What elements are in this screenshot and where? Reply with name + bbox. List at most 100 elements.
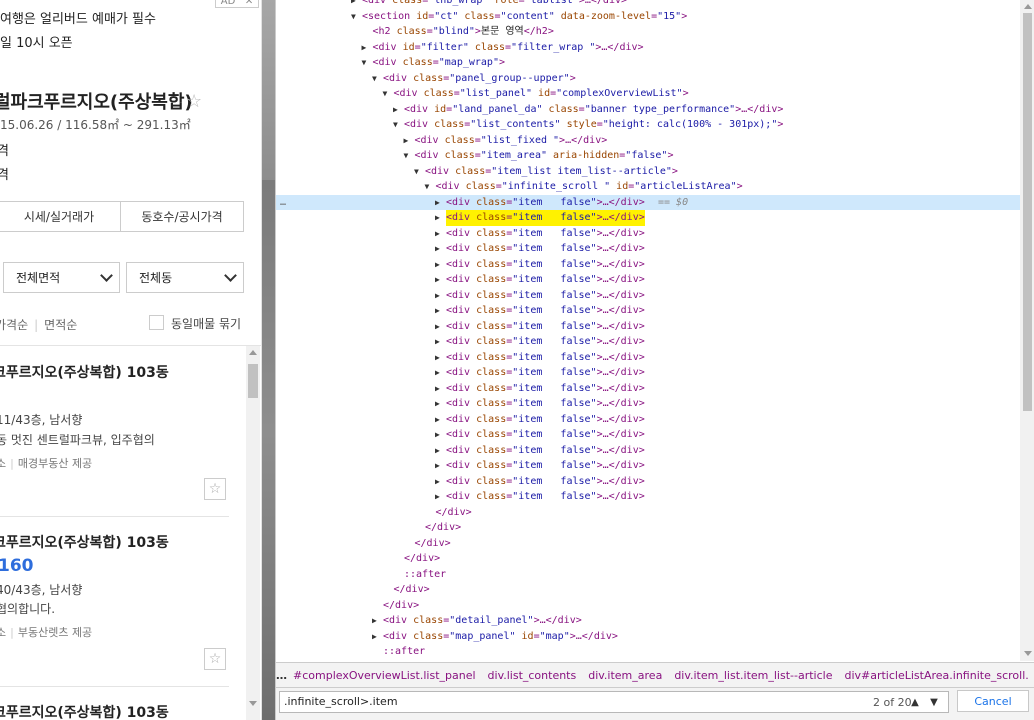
dom-node-row[interactable]: ▶ <div class="item false">…</div> (276, 489, 1020, 505)
article-favorite-star-icon[interactable]: ☆ (204, 648, 226, 670)
dom-node-row[interactable]: ▶ <div class="item false">…</div> (276, 334, 1020, 350)
dom-node-markup[interactable]: <div class="item false">…</div> (446, 458, 645, 474)
expand-triangle-icon[interactable]: ▼ (425, 179, 430, 195)
scroll-thumb[interactable] (248, 364, 258, 398)
dom-node-row[interactable]: </div> (276, 536, 1020, 552)
breadcrumb-item[interactable]: div#articleListArea.infinite_scroll. (838, 669, 1034, 682)
dom-tree-scrollbar[interactable] (1020, 0, 1034, 661)
dom-node-markup[interactable]: <div class="panel_group--upper"> (383, 71, 576, 87)
breadcrumb-more[interactable]: … (276, 669, 287, 682)
article-title[interactable]: 크푸르지오(주상복합) 103동 (0, 532, 169, 552)
dom-node-row[interactable]: ▼ <div class="list_contents" style="heigh… (276, 117, 1020, 133)
dom-node-markup[interactable]: ::after (404, 567, 446, 583)
dom-node-row[interactable]: ▼ <section id="ct" class="content" data-z… (276, 9, 1020, 25)
favorite-star-icon[interactable]: ☆ (186, 91, 202, 112)
dom-node-row[interactable]: ▶ <div id="land_panel_da" class="banner t… (276, 102, 1020, 118)
dom-node-row[interactable]: ▶ <div class="item false">…</div> (276, 272, 1020, 288)
dom-node-markup[interactable]: <div id="filter" class="filter_wrap ">…<… (373, 40, 644, 56)
article-title[interactable]: 크푸르지오(주상복합) 103동 (0, 362, 169, 382)
dom-node-row[interactable]: ▶ <div class="map_panel" id="map">…</div> (276, 629, 1020, 645)
dom-node-markup[interactable]: <div class="list_contents" style="height… (404, 117, 783, 133)
dom-node-markup[interactable]: <div class="item false">…</div> (446, 257, 645, 273)
dom-node-row[interactable]: ▶ <div class="item false">…</div> (276, 381, 1020, 397)
dom-node-row[interactable]: ▶ <div class="item false">…</div> (276, 210, 1020, 226)
sort-area[interactable]: 면적순 (44, 318, 77, 332)
scroll-down-arrow-icon[interactable] (249, 701, 257, 706)
dom-node-markup[interactable]: ::after (383, 644, 425, 660)
breadcrumb-item[interactable]: div.item_area (582, 669, 668, 682)
collapse-triangle-icon[interactable]: ▶ (435, 381, 440, 397)
dom-node-markup[interactable]: </div> (436, 505, 472, 521)
collapse-triangle-icon[interactable]: ▶ (362, 40, 367, 56)
dom-node-markup[interactable]: <div class="item false">…</div> (446, 288, 645, 304)
ad-banner-line1[interactable]: 여행은 얼리버드 예매가 필수 (0, 8, 156, 27)
dom-node-markup[interactable]: <div class="item false">…</div> (446, 365, 645, 381)
dom-node-row[interactable]: </div> (276, 551, 1020, 567)
breadcrumb-item[interactable]: div.list_contents (482, 669, 583, 682)
collapse-triangle-icon[interactable]: ▶ (435, 489, 440, 505)
dom-node-markup[interactable]: <h2 class="blind">본문 영역</h2> (373, 24, 554, 40)
dom-tree[interactable]: ▶ <div class="lnb_wrap" role="tablist">…<… (276, 0, 1020, 662)
cancel-button[interactable]: Cancel (957, 690, 1029, 712)
dom-node-row[interactable]: ▶ <div id="filter" class="filter_wrap ">…… (276, 40, 1020, 56)
dong-filter-select[interactable]: 전체동 (126, 262, 244, 293)
dom-node-row[interactable]: ▶ <div class="item false">…</div> (276, 303, 1020, 319)
dom-node-markup[interactable]: </div> (383, 598, 419, 614)
dom-node-row[interactable]: ▶ <div class="item false">…</div> (276, 350, 1020, 366)
dom-node-markup[interactable]: <div class="item_list item_list--article… (425, 164, 678, 180)
unit-price-button[interactable]: 동호수/공시가격 (120, 202, 243, 231)
expand-triangle-icon[interactable]: ▼ (372, 71, 377, 87)
find-prev-icon[interactable]: ▲ (906, 693, 924, 711)
collapse-triangle-icon[interactable]: ▶ (435, 226, 440, 242)
dom-node-markup[interactable]: <div class="item false">…</div> (446, 396, 645, 412)
ad-banner-line2[interactable]: 일 10시 오픈 (0, 32, 73, 51)
dom-node-row[interactable]: ▼ <div class="item_list item_list--articl… (276, 164, 1020, 180)
dom-node-row[interactable]: ▼ <div class="panel_group--upper"> (276, 71, 1020, 87)
expand-triangle-icon[interactable]: ▼ (362, 55, 367, 71)
dom-node-row[interactable]: </div> (276, 598, 1020, 614)
collapse-triangle-icon[interactable]: ▶ (435, 412, 440, 428)
dom-node-markup[interactable]: <div class="item false">…</div> (446, 210, 645, 226)
dom-node-markup[interactable]: <div class="item false">…</div> (446, 427, 645, 443)
dom-node-row[interactable]: ▶ <div class="item false">…</div> (276, 443, 1020, 459)
collapse-triangle-icon[interactable]: ▶ (372, 613, 377, 629)
list-scrollbar[interactable] (246, 346, 260, 720)
expand-triangle-icon[interactable]: ▼ (393, 117, 398, 133)
dom-node-row[interactable]: ▶ <div class="detail_panel">…</div> (276, 613, 1020, 629)
collapse-triangle-icon[interactable]: ▶ (435, 319, 440, 335)
collapse-triangle-icon[interactable]: ▶ (435, 210, 440, 226)
dom-node-markup[interactable]: <section id="ct" class="content" data-zo… (362, 9, 687, 25)
dom-node-row[interactable]: ▶ <div class="list_fixed ">…</div> (276, 133, 1020, 149)
collapse-triangle-icon[interactable]: ▶ (435, 257, 440, 273)
collapse-triangle-icon[interactable]: ▶ (435, 241, 440, 257)
dom-node-row[interactable]: ▶ <div class="item false">…</div> (276, 427, 1020, 443)
dom-node-row[interactable]: ▶ <div class="item false">…</div> (276, 241, 1020, 257)
scroll-thumb[interactable] (1023, 13, 1032, 411)
collapse-triangle-icon[interactable]: ▶ (435, 350, 440, 366)
find-input[interactable] (284, 695, 844, 708)
find-next-icon[interactable]: ▼ (925, 693, 943, 711)
dom-node-markup[interactable]: </div> (415, 536, 451, 552)
dom-node-markup[interactable]: </div> (425, 520, 461, 536)
dom-node-markup[interactable]: <div class="item false">…</div> (446, 241, 645, 257)
breadcrumb-item[interactable]: #complexOverviewList.list_panel (287, 669, 482, 682)
collapse-triangle-icon[interactable]: ▶ (435, 303, 440, 319)
dom-node-row[interactable]: ▶ <div class="lnb_wrap" role="tablist">…<… (276, 0, 1020, 9)
collapse-triangle-icon[interactable]: ▶ (435, 334, 440, 350)
price-history-button[interactable]: 시세/실거래가 (0, 202, 120, 231)
collapse-triangle-icon[interactable]: ▶ (435, 365, 440, 381)
map-edge[interactable] (262, 0, 275, 720)
dom-node-markup[interactable]: <div class="list_panel" id="complexOverv… (394, 86, 689, 102)
collapse-triangle-icon[interactable]: ▶ (393, 102, 398, 118)
dom-node-markup[interactable]: <div class="item false">…</div> (446, 272, 645, 288)
dom-node-markup[interactable]: <div class="item false">…</div> (446, 303, 645, 319)
collapse-triangle-icon[interactable]: ▶ (404, 133, 409, 149)
group-same-label[interactable]: 동일매물 묶기 (171, 315, 241, 332)
collapse-triangle-icon[interactable]: ▶ (435, 458, 440, 474)
collapse-triangle-icon[interactable]: ▶ (351, 0, 356, 9)
dom-node-markup[interactable]: <div class="detail_panel">…</div> (383, 613, 582, 629)
dom-node-markup[interactable]: <div class="item false">…</div> (446, 334, 645, 350)
dom-node-markup[interactable]: <div class="item false">…</div> (446, 443, 645, 459)
collapse-triangle-icon[interactable]: ▶ (435, 288, 440, 304)
dom-node-row[interactable]: ▶ <div class="item false">…</div> (276, 396, 1020, 412)
